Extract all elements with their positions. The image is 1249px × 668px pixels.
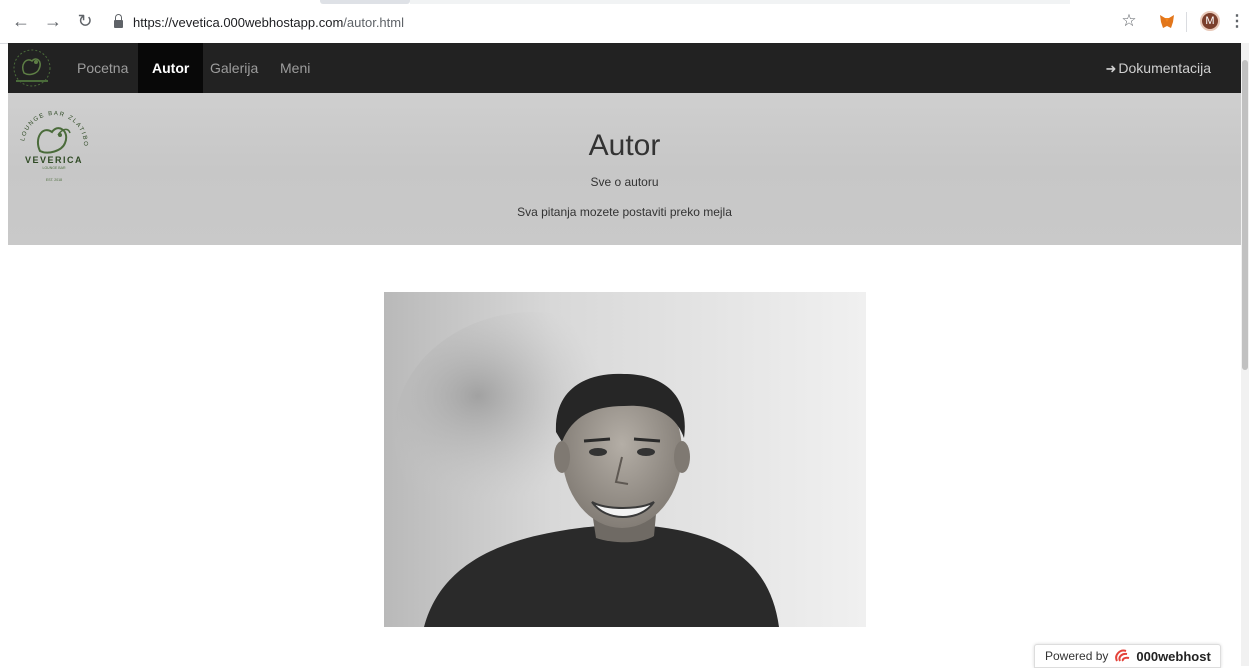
page-subtitle: Sve o autoru: [590, 175, 659, 189]
nav-link-meni[interactable]: Meni: [266, 43, 324, 93]
log-in-icon: ➜: [1105, 61, 1117, 76]
nav-link-autor[interactable]: Autor: [138, 43, 204, 93]
url-host: https://vevetica.000webhostapp.com: [133, 14, 344, 30]
browser-toolbar: ← → ↻ https://vevetica.000webhostapp.com…: [0, 0, 1249, 44]
scrollbar-thumb[interactable]: [1242, 60, 1248, 370]
svg-text:LOUNGE BAR: LOUNGE BAR: [43, 166, 66, 170]
nav-link-pocetna[interactable]: Pocetna: [63, 43, 142, 93]
tab-strip: [410, 0, 1070, 4]
powered-by-label: Powered by: [1045, 649, 1109, 663]
nav-link-galerija[interactable]: Galerija: [196, 43, 272, 93]
author-photo: [384, 292, 866, 627]
nav-link-dokumentacija-label: Dokumentacija: [1118, 60, 1211, 76]
powered-by-badge[interactable]: Powered by 000webhost: [1034, 644, 1221, 668]
hero-banner: LOUNGE BAR ZLATIBOR VEVERICA LOUNGE BAR …: [8, 93, 1241, 245]
lock-icon: [114, 13, 123, 28]
url-path: /autor.html: [343, 14, 404, 30]
site-navbar: Pocetna Autor Galerija Meni ➜ Dokumentaci…: [8, 43, 1241, 93]
page-note: Sva pitanja mozete postaviti preko mejla: [517, 205, 732, 219]
page-title: Autor: [588, 129, 661, 162]
metamask-fox-icon[interactable]: [1157, 10, 1177, 32]
back-arrow-icon[interactable]: ←: [10, 10, 32, 32]
bookmark-star-icon[interactable]: ☆: [1118, 10, 1140, 32]
toolbar-separator: [1186, 12, 1187, 32]
webhost-swirl-icon: [1114, 648, 1132, 664]
more-menu-icon[interactable]: ⋮: [1229, 10, 1245, 32]
reload-icon[interactable]: ↻: [74, 10, 96, 32]
address-bar[interactable]: https://vevetica.000webhostapp.com/autor…: [106, 9, 1106, 35]
nav-link-dokumentacija[interactable]: ➜ Dokumentacija: [1091, 43, 1225, 93]
profile-avatar[interactable]: M: [1200, 11, 1220, 31]
active-tab-edge: [320, 0, 410, 4]
forward-arrow-icon[interactable]: →: [42, 10, 64, 32]
navbar-logo[interactable]: [10, 47, 54, 89]
webhost-brand: 000webhost: [1136, 648, 1211, 664]
